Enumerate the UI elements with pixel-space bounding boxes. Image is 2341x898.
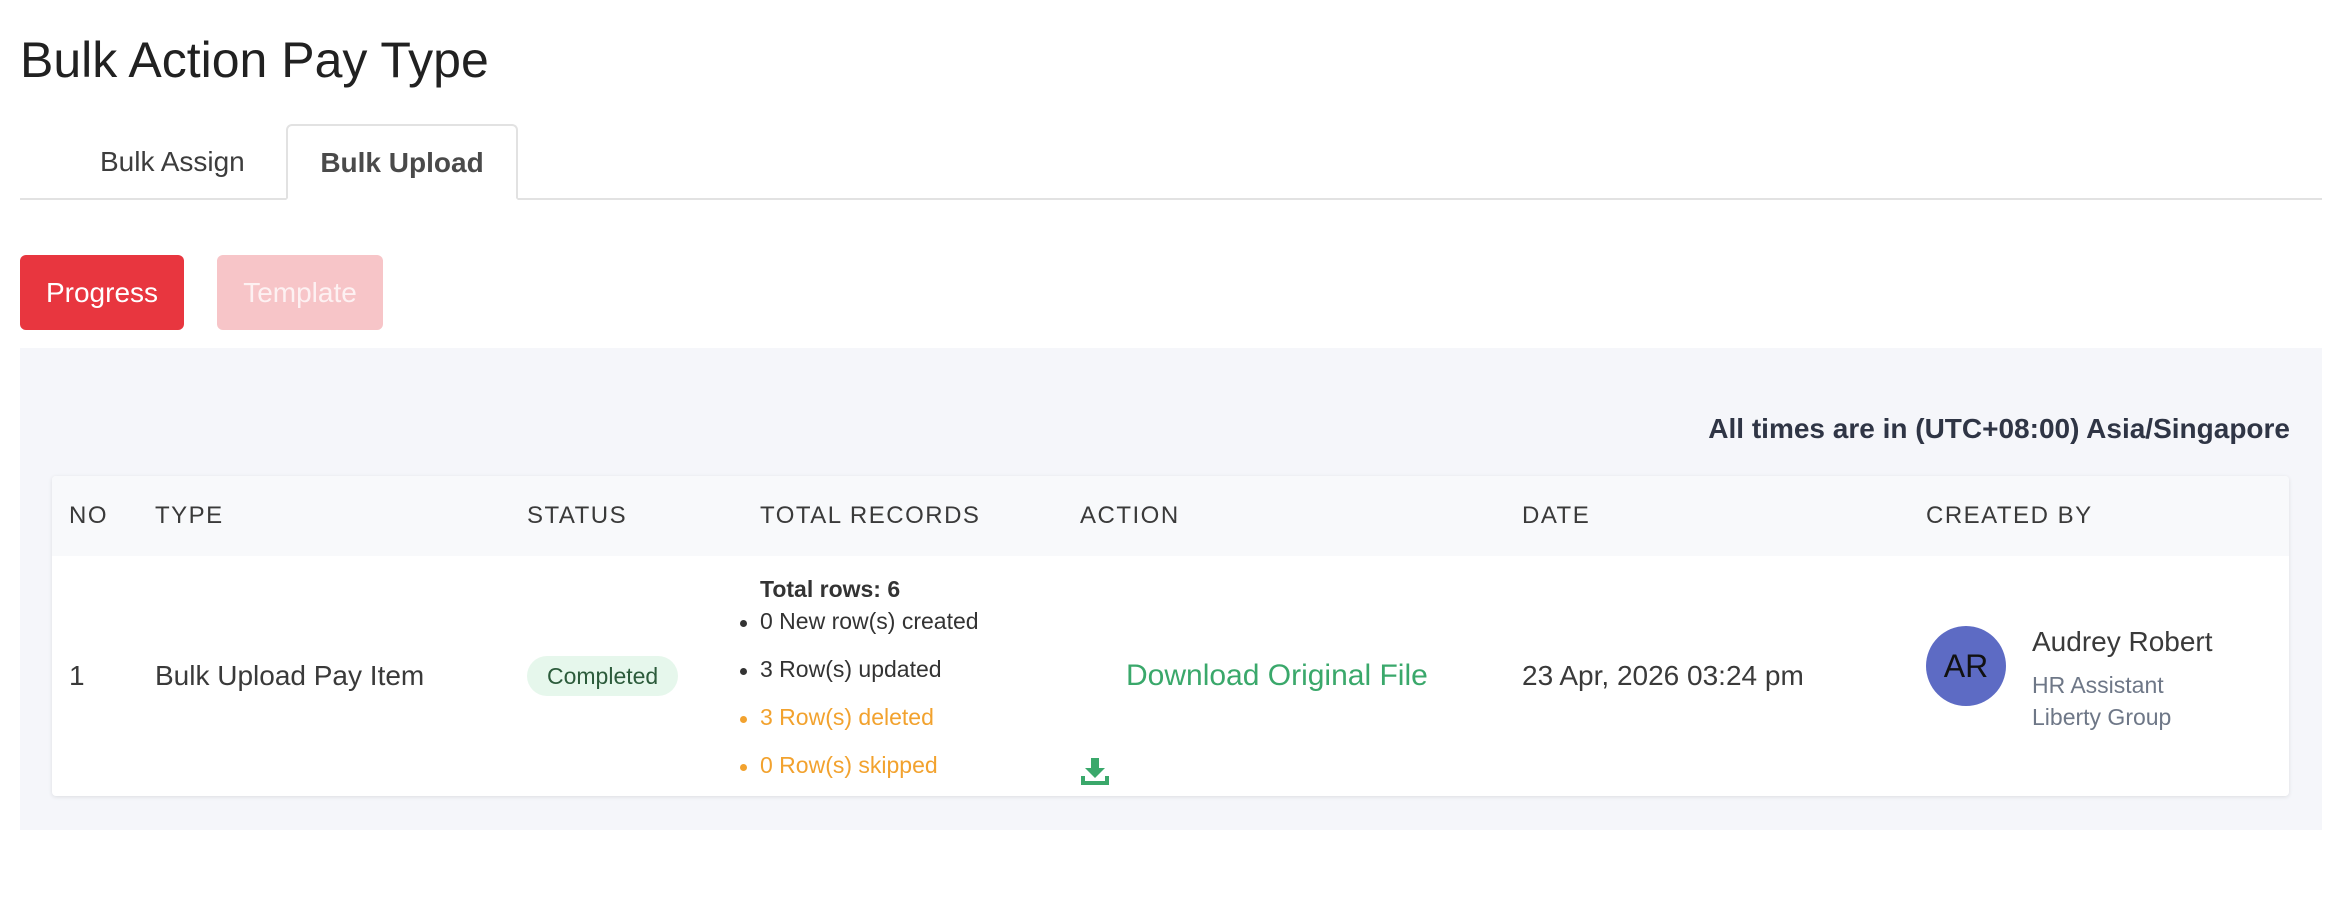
status-badge: Completed: [527, 656, 679, 696]
template-button[interactable]: Template: [217, 255, 383, 330]
row-type: Bulk Upload Pay Item: [155, 660, 425, 691]
header-status: STATUS: [527, 502, 628, 529]
results-panel: All times are in (UTC+08:00) Asia/Singap…: [20, 348, 2322, 830]
records-skipped-item: 0 Row(s) skipped: [740, 752, 938, 779]
creator-org: Liberty Group: [2032, 704, 2172, 730]
records-created-text: 0 New row(s) created: [760, 608, 979, 634]
total-rows-label: Total rows: 6: [760, 576, 901, 602]
records-skipped-text: 0 Row(s) skipped: [760, 752, 938, 778]
records-deleted-item: 3 Row(s) deleted: [740, 704, 934, 731]
creator-role: HR Assistant: [2032, 672, 2164, 698]
download-icon: [1080, 658, 1110, 786]
creator-name: Audrey Robert: [2032, 626, 2213, 657]
avatar: AR: [1926, 626, 2006, 706]
header-created-by: CREATED BY: [1926, 502, 2093, 529]
row-date: 23 Apr, 2026 03:24 pm: [1522, 660, 1804, 691]
tab-bulk-upload[interactable]: Bulk Upload: [286, 124, 518, 200]
header-no: NO: [69, 502, 108, 529]
header-action: ACTION: [1080, 502, 1180, 529]
row-no: 1: [69, 660, 85, 691]
page-title: Bulk Action Pay Type: [20, 32, 489, 88]
records-deleted-text: 3 Row(s) deleted: [760, 704, 934, 730]
download-link-label: Download Original File: [1126, 659, 1428, 692]
records-updated-text: 3 Row(s) updated: [760, 656, 942, 682]
bullet-icon: [740, 620, 747, 627]
tab-bulk-assign[interactable]: Bulk Assign: [20, 124, 286, 198]
timezone-note: All times are in (UTC+08:00) Asia/Singap…: [1708, 413, 2290, 444]
download-original-file-link[interactable]: Download Original File: [1080, 556, 1428, 796]
bullet-icon: [740, 764, 747, 771]
table-row: 1 Bulk Upload Pay Item Completed Total r…: [52, 556, 2289, 796]
header-date: DATE: [1522, 502, 1591, 529]
records-updated-item: 3 Row(s) updated: [740, 656, 942, 683]
bullet-icon: [740, 668, 747, 675]
header-total-records: TOTAL RECORDS: [760, 502, 981, 529]
tab-bar: Bulk Assign Bulk Upload: [20, 124, 2322, 200]
progress-button[interactable]: Progress: [20, 255, 184, 330]
results-table: NO TYPE STATUS TOTAL RECORDS ACTION DATE…: [52, 476, 2289, 796]
table-header: NO TYPE STATUS TOTAL RECORDS ACTION DATE…: [52, 476, 2289, 556]
bullet-icon: [740, 716, 747, 723]
records-created-item: 0 New row(s) created: [740, 608, 979, 635]
header-type: TYPE: [155, 502, 224, 529]
